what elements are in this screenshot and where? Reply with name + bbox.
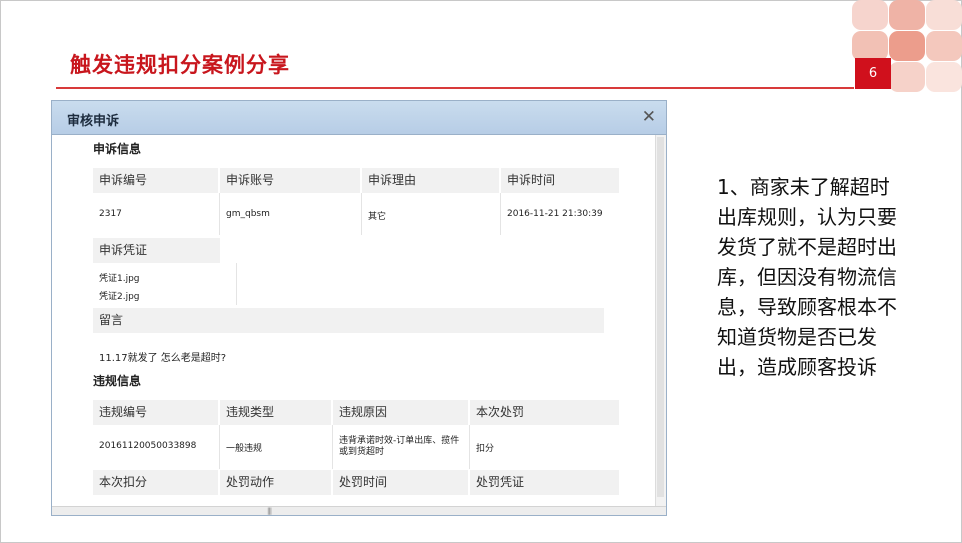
- header-appeal-account: 申诉账号: [220, 168, 360, 193]
- header-appeal-time: 申诉时间: [501, 168, 619, 193]
- evidence-file-1[interactable]: 凭证1.jpg: [93, 271, 140, 284]
- violation-type-value: 一般违规: [226, 444, 263, 454]
- header-violation-reason: 违规原因: [333, 400, 468, 425]
- column-divider: [361, 193, 362, 235]
- column-divider: [219, 425, 220, 469]
- dialog-header: 审核申诉 ✕: [52, 101, 666, 135]
- page-number: 6: [855, 58, 891, 89]
- header-current-penalty: 本次处罚: [470, 400, 619, 425]
- appeal-reason-value: 其它: [368, 212, 387, 222]
- vertical-scrollbar[interactable]: [655, 135, 666, 507]
- column-divider: [332, 425, 333, 469]
- dialog-title: 审核申诉: [67, 114, 120, 129]
- message-text: 11.17就发了 怎么老是超时?: [99, 353, 227, 364]
- slide-title: 触发违规扣分案例分享: [70, 53, 290, 77]
- column-divider: [469, 425, 470, 469]
- column-divider: [500, 193, 501, 235]
- scrollbar-thumb[interactable]: [657, 137, 664, 497]
- appeal-review-dialog: 审核申诉 ✕ 申诉信息 申诉编号 申诉账号 申诉理由 申诉时间 2317 gm_…: [51, 100, 667, 516]
- column-divider: [219, 193, 220, 235]
- current-penalty-value: 扣分: [476, 444, 495, 454]
- column-divider: [236, 263, 237, 305]
- violation-section-title: 违规信息: [93, 374, 142, 388]
- header-penalty-evidence: 处罚凭证: [470, 470, 619, 495]
- violation-id-value: 20161120050033898: [99, 441, 197, 451]
- header-current-points: 本次扣分: [93, 470, 218, 495]
- appeal-account-value: gm_qbsm: [226, 209, 270, 219]
- violation-reason-value: 违背承诺时效-订单出库、揽件或到货超时: [339, 436, 460, 457]
- close-icon[interactable]: ✕: [642, 107, 656, 127]
- header-appeal-evidence: 申诉凭证: [93, 238, 220, 263]
- scroll-grip-icon[interactable]: |||: [267, 507, 272, 515]
- header-violation-type: 违规类型: [220, 400, 331, 425]
- title-divider: [56, 87, 854, 89]
- horizontal-scrollbar[interactable]: |||: [52, 506, 666, 515]
- header-appeal-id: 申诉编号: [93, 168, 218, 193]
- appeal-section-title: 申诉信息: [93, 142, 142, 156]
- header-appeal-reason: 申诉理由: [362, 168, 499, 193]
- header-violation-id: 违规编号: [93, 400, 218, 425]
- case-description: 1、商家未了解超时出库规则，认为只要发货了就不是超时出库，但因没有物流信息，导致…: [717, 175, 897, 379]
- header-penalty-time: 处罚时间: [333, 470, 468, 495]
- appeal-id-value: 2317: [99, 209, 122, 219]
- header-message: 留言: [93, 308, 604, 333]
- evidence-file-2[interactable]: 凭证2.jpg: [93, 289, 140, 302]
- header-penalty-action: 处罚动作: [220, 470, 331, 495]
- appeal-time-value: 2016-11-21 21:30:39: [507, 209, 603, 219]
